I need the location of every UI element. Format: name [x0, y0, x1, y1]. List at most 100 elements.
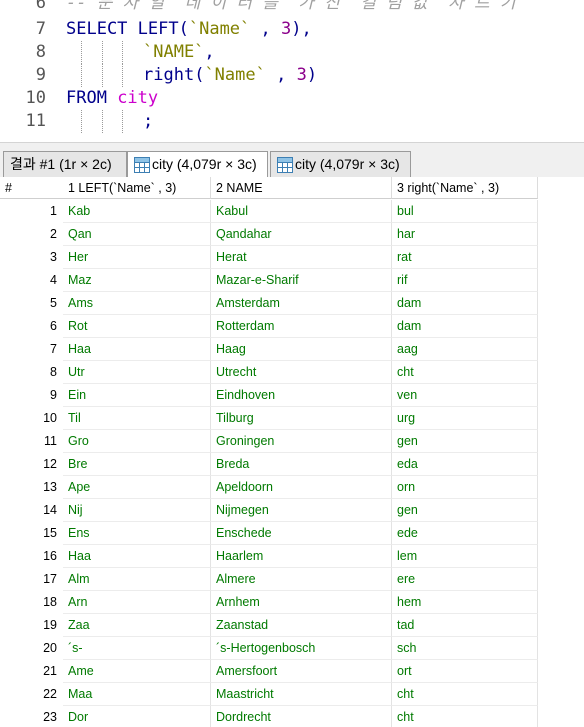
table-row[interactable]: 13 Ape Apeldoorn orn [0, 476, 584, 499]
table-row[interactable]: 7 Haa Haag aag [0, 338, 584, 361]
cell-name[interactable]: Tilburg [211, 407, 392, 430]
cell-name[interactable]: Mazar-e-Sharif [211, 269, 392, 292]
cell-left[interactable]: Ens [63, 522, 211, 545]
cell-right[interactable]: gen [392, 499, 538, 522]
table-row[interactable]: 1 Kab Kabul bul [0, 200, 584, 223]
code-line[interactable]: 6 -- 문 자 열 데 이 터 를 가 진 컬 럼 값 자 르 기 [0, 0, 584, 15]
table-row[interactable]: 22 Maa Maastricht cht [0, 683, 584, 706]
cell-left[interactable]: Rot [63, 315, 211, 338]
cell-left[interactable]: Kab [63, 200, 211, 223]
table-row[interactable]: 8 Utr Utrecht cht [0, 361, 584, 384]
cell-right[interactable]: cht [392, 706, 538, 727]
cell-name[interactable]: Dordrecht [211, 706, 392, 727]
table-row[interactable]: 6 Rot Rotterdam dam [0, 315, 584, 338]
table-row[interactable]: 14 Nij Nijmegen gen [0, 499, 584, 522]
cell-name[interactable]: Maastricht [211, 683, 392, 706]
cell-left[interactable]: Bre [63, 453, 211, 476]
cell-name[interactable]: Almere [211, 568, 392, 591]
cell-right[interactable]: cht [392, 683, 538, 706]
column-header-right[interactable]: 3 right(`Name` , 3) [392, 177, 538, 199]
code-line[interactable]: 9 right(`Name` , 3) [0, 64, 584, 87]
cell-name[interactable]: Haarlem [211, 545, 392, 568]
cell-name[interactable]: Utrecht [211, 361, 392, 384]
cell-right[interactable]: ede [392, 522, 538, 545]
cell-name[interactable]: Groningen [211, 430, 392, 453]
table-row[interactable]: 20 ´s- ´s-Hertogenbosch sch [0, 637, 584, 660]
table-row[interactable]: 16 Haa Haarlem lem [0, 545, 584, 568]
cell-name[interactable]: Amsterdam [211, 292, 392, 315]
cell-name[interactable]: Haag [211, 338, 392, 361]
cell-right[interactable]: ere [392, 568, 538, 591]
cell-right[interactable]: orn [392, 476, 538, 499]
table-row[interactable]: 5 Ams Amsterdam dam [0, 292, 584, 315]
cell-right[interactable]: hem [392, 591, 538, 614]
table-row[interactable]: 12 Bre Breda eda [0, 453, 584, 476]
table-row[interactable]: 2 Qan Qandahar har [0, 223, 584, 246]
cell-right[interactable]: tad [392, 614, 538, 637]
cell-name[interactable]: Eindhoven [211, 384, 392, 407]
cell-left[interactable]: Zaa [63, 614, 211, 637]
column-header-name[interactable]: 2 NAME [211, 177, 392, 199]
cell-right[interactable]: rif [392, 269, 538, 292]
table-row[interactable]: 9 Ein Eindhoven ven [0, 384, 584, 407]
cell-left[interactable]: Ams [63, 292, 211, 315]
cell-name[interactable]: Kabul [211, 200, 392, 223]
cell-left[interactable]: Maz [63, 269, 211, 292]
cell-right[interactable]: ven [392, 384, 538, 407]
cell-name[interactable]: Rotterdam [211, 315, 392, 338]
column-header-rownum[interactable]: # [0, 177, 63, 199]
code-line[interactable]: 10 FROM city [0, 87, 584, 110]
cell-right[interactable]: aag [392, 338, 538, 361]
table-row[interactable]: 4 Maz Mazar-e-Sharif rif [0, 269, 584, 292]
cell-left[interactable]: Qan [63, 223, 211, 246]
tab-city-active[interactable]: city (4,079r × 3c) [127, 151, 268, 178]
cell-left[interactable]: Gro [63, 430, 211, 453]
cell-left[interactable]: Ein [63, 384, 211, 407]
tab-result-1[interactable]: 결과 #1 (1r × 2c) [3, 151, 127, 177]
table-row[interactable]: 21 Ame Amersfoort ort [0, 660, 584, 683]
cell-left[interactable]: Haa [63, 338, 211, 361]
table-row[interactable]: 3 Her Herat rat [0, 246, 584, 269]
cell-left[interactable]: Utr [63, 361, 211, 384]
cell-name[interactable]: Herat [211, 246, 392, 269]
table-row[interactable]: 18 Arn Arnhem hem [0, 591, 584, 614]
cell-right[interactable]: dam [392, 292, 538, 315]
table-row[interactable]: 19 Zaa Zaanstad tad [0, 614, 584, 637]
cell-left[interactable]: Haa [63, 545, 211, 568]
result-grid[interactable]: # 1 LEFT(`Name` , 3) 2 NAME 3 right(`Nam… [0, 177, 584, 727]
cell-left[interactable]: Alm [63, 568, 211, 591]
code-line[interactable]: 8 `NAME`, [0, 41, 584, 64]
table-row[interactable]: 10 Til Tilburg urg [0, 407, 584, 430]
code-line[interactable]: 11; [0, 110, 584, 133]
cell-right[interactable]: eda [392, 453, 538, 476]
sql-editor[interactable]: 6 -- 문 자 열 데 이 터 를 가 진 컬 럼 값 자 르 기 7 SELECT… [0, 0, 584, 142]
cell-right[interactable]: bul [392, 200, 538, 223]
table-row[interactable]: 11 Gro Groningen gen [0, 430, 584, 453]
cell-right[interactable]: dam [392, 315, 538, 338]
cell-name[interactable]: Zaanstad [211, 614, 392, 637]
cell-right[interactable]: sch [392, 637, 538, 660]
code-line[interactable]: 7 SELECT LEFT(`Name` , 3), [0, 18, 584, 41]
cell-left[interactable]: Ape [63, 476, 211, 499]
table-row[interactable]: 15 Ens Enschede ede [0, 522, 584, 545]
cell-name[interactable]: Amersfoort [211, 660, 392, 683]
cell-right[interactable]: gen [392, 430, 538, 453]
cell-name[interactable]: Qandahar [211, 223, 392, 246]
cell-right[interactable]: rat [392, 246, 538, 269]
cell-left[interactable]: Ame [63, 660, 211, 683]
cell-right[interactable]: lem [392, 545, 538, 568]
cell-right[interactable]: har [392, 223, 538, 246]
cell-name[interactable]: Breda [211, 453, 392, 476]
cell-name[interactable]: ´s-Hertogenbosch [211, 637, 392, 660]
cell-name[interactable]: Nijmegen [211, 499, 392, 522]
cell-name[interactable]: Apeldoorn [211, 476, 392, 499]
cell-left[interactable]: Arn [63, 591, 211, 614]
tab-city[interactable]: city (4,079r × 3c) [270, 151, 411, 177]
table-row[interactable]: 23 Dor Dordrecht cht [0, 706, 584, 727]
cell-left[interactable]: Maa [63, 683, 211, 706]
cell-left[interactable]: Her [63, 246, 211, 269]
cell-left[interactable]: Nij [63, 499, 211, 522]
cell-right[interactable]: cht [392, 361, 538, 384]
table-row[interactable]: 17 Alm Almere ere [0, 568, 584, 591]
column-header-left[interactable]: 1 LEFT(`Name` , 3) [63, 177, 211, 199]
